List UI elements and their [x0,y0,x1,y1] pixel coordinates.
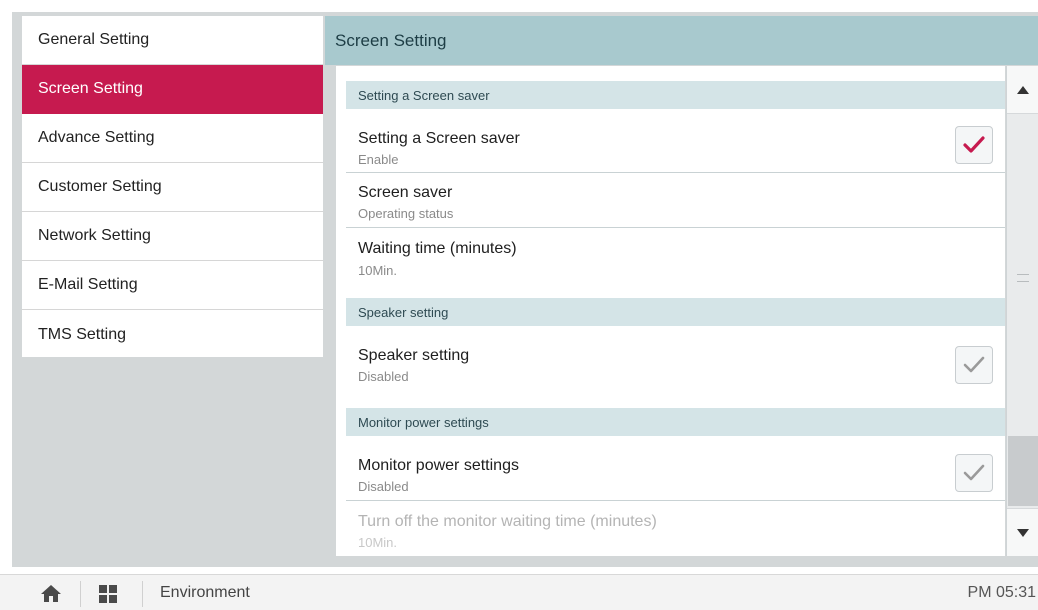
breadcrumb: Environment [160,584,250,601]
setting-row-speaker[interactable]: Speaker setting Disabled [346,328,1005,408]
scroll-down-button[interactable] [1007,508,1038,556]
bottom-bar: Environment PM 05:31 [0,574,1038,610]
clock: PM 05:31 [967,584,1036,601]
setting-row-screen-saver-status[interactable]: Screen saver Operating status [346,173,1005,228]
scroll-grip-icon [1017,274,1029,282]
setting-subtitle: Disabled [358,479,409,494]
check-icon [963,464,985,481]
setting-subtitle: 10Min. [358,535,398,550]
setting-title: Screen saver [358,184,453,201]
setting-subtitle: Operating status [358,206,454,221]
section-heading-speaker: Speaker setting [346,298,1005,326]
speaker-checkbox[interactable] [955,346,993,384]
home-icon[interactable] [40,584,62,603]
divider [142,581,143,607]
setting-title: Waiting time (minutes) [358,240,517,257]
check-icon [963,136,985,153]
divider [80,581,81,607]
setting-title: Speaker setting [358,347,470,364]
monitor-power-checkbox[interactable] [955,454,993,492]
scroll-up-button[interactable] [1007,66,1038,114]
setting-subtitle: Disabled [358,369,409,384]
triangle-down-icon [1017,528,1029,537]
sidebar-item-screen-setting[interactable]: Screen Setting [22,65,323,114]
setting-row-waiting-time[interactable]: Waiting time (minutes) 10Min. [346,228,1005,298]
sidebar-item-network-setting[interactable]: Network Setting [22,212,323,261]
setting-title: Setting a Screen saver [358,130,520,147]
setting-subtitle: Enable [358,152,399,167]
apps-grid-icon[interactable] [99,585,117,603]
sidebar-item-email-setting[interactable]: E-Mail Setting [22,261,323,310]
screen-saver-checkbox[interactable] [955,126,993,164]
page-title: Screen Setting [325,16,1038,65]
settings-sidebar: General Setting Screen Setting Advance S… [22,16,323,357]
settings-list: Setting a Screen saver Setting a Screen … [336,66,1005,556]
setting-row-monitor-off-time: Turn off the monitor waiting time (minut… [346,501,1005,556]
setting-row-monitor-power[interactable]: Monitor power settings Disabled [346,438,1005,501]
setting-title: Turn off the monitor waiting time (minut… [358,513,657,530]
sidebar-item-customer-setting[interactable]: Customer Setting [22,163,323,212]
triangle-up-icon [1017,85,1029,94]
sidebar-item-general-setting[interactable]: General Setting [22,16,323,65]
setting-title: Monitor power settings [358,457,519,474]
check-icon [963,356,985,373]
setting-subtitle: 10Min. [358,263,398,278]
setting-row-screen-saver[interactable]: Setting a Screen saver Enable [346,111,1005,173]
sidebar-item-advance-setting[interactable]: Advance Setting [22,114,323,163]
scroll-thumb[interactable] [1008,436,1038,506]
vertical-scrollbar[interactable] [1006,66,1038,556]
section-heading-screen-saver: Setting a Screen saver [346,81,1005,109]
sidebar-item-tms-setting[interactable]: TMS Setting [22,310,323,359]
section-heading-monitor-power: Monitor power settings [346,408,1005,436]
